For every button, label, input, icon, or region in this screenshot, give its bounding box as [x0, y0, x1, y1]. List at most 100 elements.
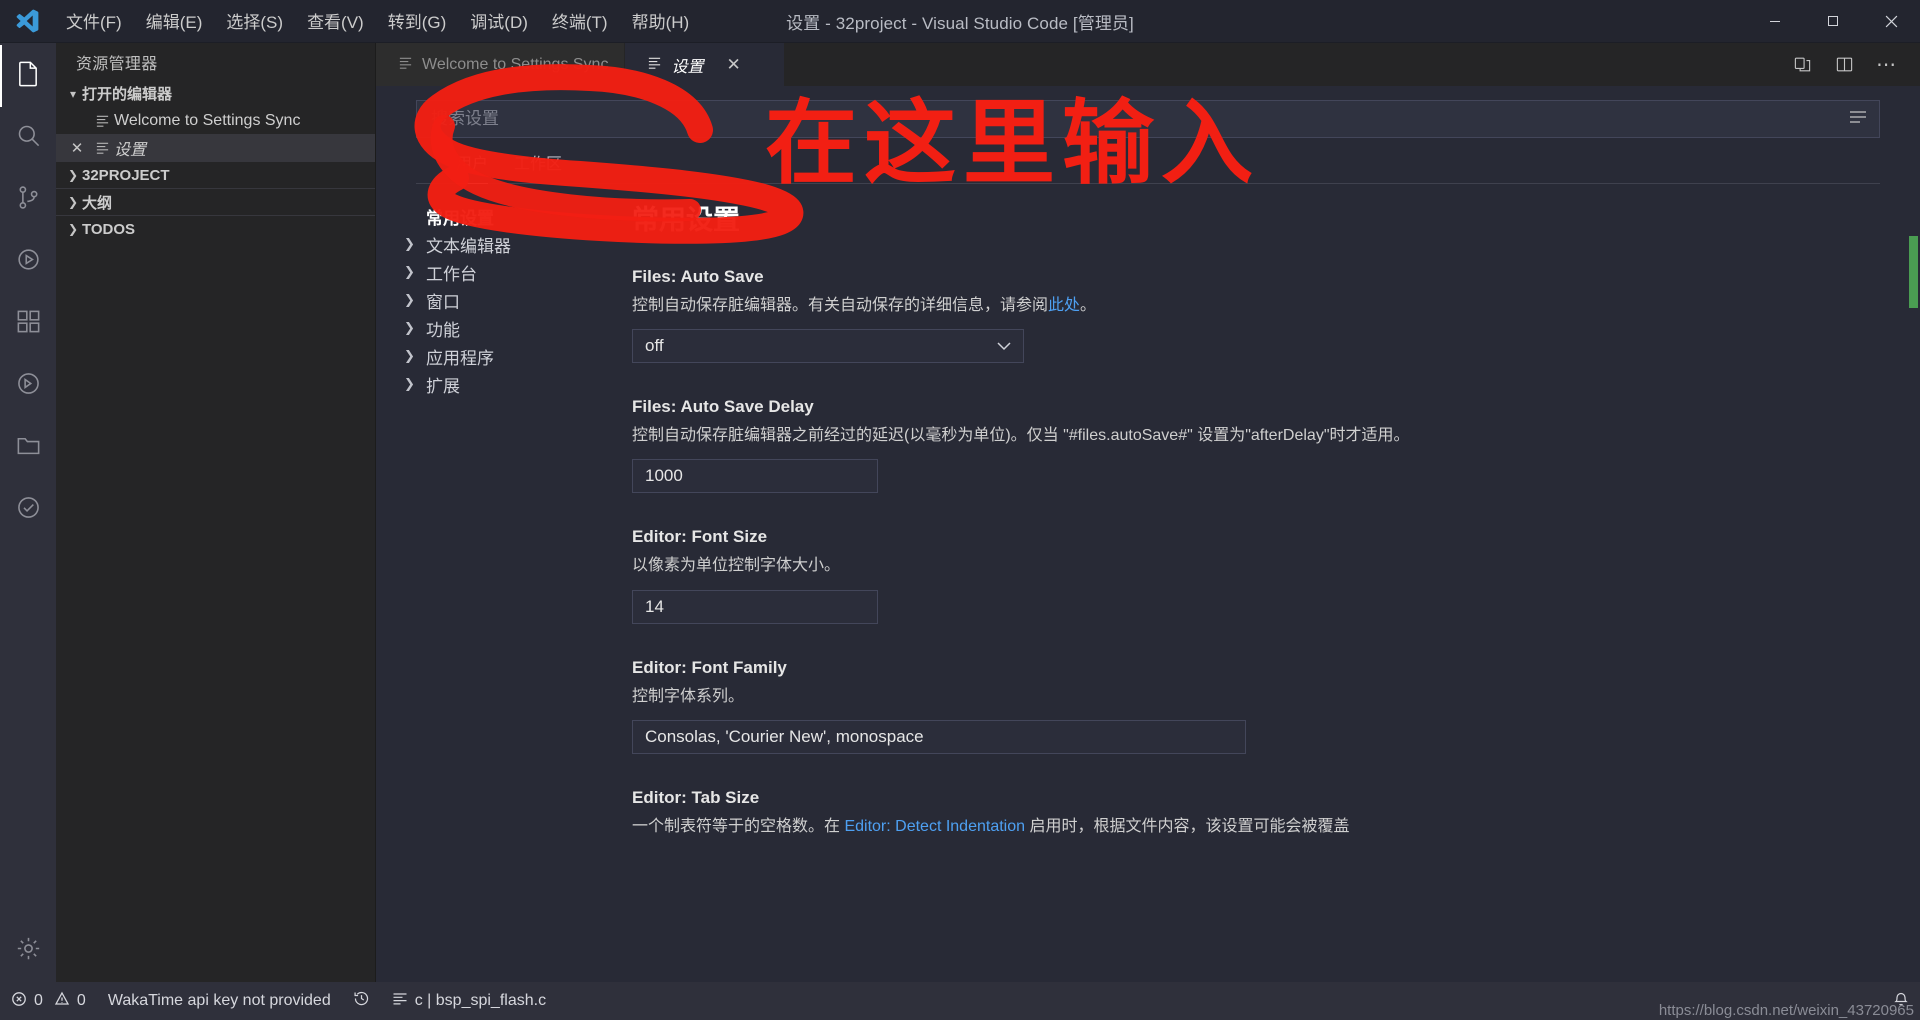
close-icon[interactable]: ✕: [726, 55, 740, 75]
title-bar: 文件(F) 编辑(E) 选择(S) 查看(V) 转到(G) 调试(D) 终端(T…: [0, 0, 1920, 43]
setting-description: 一个制表符等于的空格数。在 Editor: Detect Indentation…: [632, 815, 1452, 838]
activity-item-extensions[interactable]: [0, 293, 56, 355]
setting-key: Files: Auto Save: [632, 267, 764, 286]
open-changes-icon[interactable]: [1786, 49, 1818, 81]
chevron-right-icon: ❯: [404, 320, 415, 335]
error-icon: [11, 991, 27, 1012]
status-bar: 0 0 WakaTime api key not provided c | bs…: [0, 982, 1920, 1020]
status-wakatime[interactable]: WakaTime api key not provided: [97, 982, 342, 1020]
status-history[interactable]: [342, 982, 381, 1020]
menu-item-view[interactable]: 查看(V): [295, 3, 376, 39]
tab-settings[interactable]: 设置 ✕: [625, 43, 786, 86]
chevron-down-icon: [997, 339, 1011, 354]
search-icon: [15, 122, 42, 154]
status-file-info[interactable]: c | bsp_spi_flash.c: [381, 982, 557, 1020]
tab-welcome-settings-sync[interactable]: Welcome to Settings Sync: [376, 43, 626, 86]
toc-item-extensions[interactable]: ❯ 扩展: [376, 370, 608, 398]
menu-item-edit[interactable]: 编辑(E): [134, 3, 215, 39]
folder-icon: [15, 432, 42, 464]
source-control-icon: [15, 184, 42, 216]
menu-item-debug[interactable]: 调试(D): [458, 3, 540, 39]
sidebar-section-todos[interactable]: ❯ TODOS: [56, 215, 375, 242]
activity-item-explorer[interactable]: [0, 45, 56, 107]
sidebar-section-outline[interactable]: ❯ 大纲: [56, 188, 375, 215]
history-icon: [353, 990, 370, 1012]
tab-workspace-settings[interactable]: 工作区: [514, 150, 562, 183]
setting-files-auto-save: Files: Auto Save 控制自动保存脏编辑器。有关自动保存的详细信息，…: [632, 267, 1452, 364]
activity-item-remote[interactable]: [0, 355, 56, 417]
toc-item-commonly-used[interactable]: 常用设置: [376, 202, 608, 230]
chevron-right-icon: ❯: [404, 264, 415, 279]
files-auto-save-select[interactable]: off: [632, 329, 1024, 364]
editor-scrollbar[interactable]: [1906, 86, 1920, 982]
open-editor-label: Welcome to Settings Sync: [114, 111, 301, 129]
editor-tab-actions: ⋯: [1786, 43, 1920, 86]
activity-item-debug[interactable]: [0, 231, 56, 293]
menu-item-help[interactable]: 帮助(H): [620, 3, 702, 39]
chevron-right-icon: ❯: [67, 168, 79, 182]
files-auto-save-delay-input[interactable]: [632, 459, 878, 494]
setting-key: Editor: Font Family: [632, 657, 787, 677]
toc-item-workbench[interactable]: ❯ 工作台: [376, 258, 608, 286]
toc-item-features[interactable]: ❯ 功能: [376, 314, 608, 342]
setting-editor-font-family: Editor: Font Family 控制字体系列。: [632, 658, 1452, 754]
sidebar-section-32project[interactable]: ❯ 32PROJECT: [56, 161, 375, 188]
setting-description-text: 一个制表符等于的空格数。在: [632, 817, 845, 835]
sidebar-section-open-editors[interactable]: ▾ 打开的编辑器: [56, 80, 375, 107]
editor-font-size-input[interactable]: [632, 589, 878, 624]
toc-item-label: 文本编辑器: [426, 236, 511, 256]
select-value: off: [645, 336, 664, 356]
minimize-button[interactable]: [1746, 0, 1804, 43]
editor-font-family-input[interactable]: [632, 719, 1246, 754]
scrollbar-thumb[interactable]: [1909, 236, 1918, 308]
menu-bar: 文件(F) 编辑(E) 选择(S) 查看(V) 转到(G) 调试(D) 终端(T…: [54, 3, 701, 39]
menu-item-file[interactable]: 文件(F): [54, 3, 134, 39]
tab-label: 设置: [671, 58, 704, 76]
toc-item-label: 应用程序: [426, 348, 494, 368]
settings-file-icon: [647, 55, 662, 75]
settings-editor: 用户 工作区 常用设置 ❯ 文本编辑器 ❯ 工作台: [376, 86, 1920, 982]
close-button[interactable]: [1862, 0, 1920, 43]
activity-item-manage[interactable]: [0, 920, 56, 982]
chevron-right-icon: ❯: [67, 195, 79, 209]
tab-user-settings[interactable]: 用户: [456, 150, 489, 184]
status-problems[interactable]: 0 0: [0, 982, 97, 1020]
toc-item-window[interactable]: ❯ 窗口: [376, 286, 608, 314]
watermark-url: https://blog.csdn.net/weixin_43720965: [1658, 1002, 1914, 1019]
sidebar-explorer: 资源管理器 ▾ 打开的编辑器 Welcome to Settings Sync …: [56, 43, 376, 982]
toc-item-text-editor[interactable]: ❯ 文本编辑器: [376, 230, 608, 258]
tab-label: Welcome to Settings Sync: [422, 55, 609, 73]
open-editor-welcome-settings-sync[interactable]: Welcome to Settings Sync: [56, 107, 375, 134]
settings-file-icon: [90, 140, 114, 155]
menu-item-selection[interactable]: 选择(S): [214, 3, 295, 39]
settings-body: 常用设置 ❯ 文本编辑器 ❯ 工作台 ❯ 窗口 ❯ 功能 ❯ 应用程序 ❯ 扩展…: [376, 184, 1920, 982]
setting-description: 以像素为单位控制字体大小。: [632, 557, 841, 575]
settings-toc: 常用设置 ❯ 文本编辑器 ❯ 工作台 ❯ 窗口 ❯ 功能 ❯ 应用程序 ❯ 扩展: [376, 184, 608, 982]
setting-description: 控制字体系列。: [632, 687, 745, 705]
menu-item-terminal[interactable]: 终端(T): [540, 3, 620, 39]
chevron-right-icon: ❯: [404, 236, 415, 251]
settings-list: 常用设置 Files: Auto Save 控制自动保存脏编辑器。有关自动保存的…: [608, 184, 1920, 982]
activity-item-source-control[interactable]: [0, 169, 56, 231]
maximize-button[interactable]: [1804, 0, 1862, 43]
setting-editor-tab-size: Editor: Tab Size 一个制表符等于的空格数。在 Editor: D…: [632, 788, 1452, 838]
close-icon[interactable]: ✕: [64, 139, 90, 157]
setting-description: 控制自动保存脏编辑器之前经过的延迟(以毫秒为单位)。仅当 "#files.aut…: [632, 427, 1410, 445]
settings-search-wrapper: [416, 100, 1880, 138]
activity-item-search[interactable]: [0, 107, 56, 169]
more-actions-icon[interactable]: ⋯: [1870, 49, 1902, 81]
filter-icon[interactable]: [1848, 109, 1868, 130]
status-file-label: c | bsp_spi_flash.c: [414, 992, 547, 1009]
toc-item-application[interactable]: ❯ 应用程序: [376, 342, 608, 370]
open-editor-label: 设置: [114, 141, 147, 159]
activity-item-project-manager[interactable]: [0, 417, 56, 479]
sidebar-section-label: 打开的编辑器: [82, 86, 173, 103]
split-editor-icon[interactable]: [1828, 49, 1860, 81]
settings-header: 用户 工作区: [376, 86, 1920, 184]
menu-item-go[interactable]: 转到(G): [376, 3, 459, 39]
setting-description-link[interactable]: Editor: Detect Indentation: [844, 818, 1025, 835]
setting-description-link[interactable]: 此处: [1048, 297, 1080, 314]
activity-item-todo-tree[interactable]: [0, 479, 56, 541]
open-editor-settings[interactable]: ✕ 设置: [56, 134, 375, 161]
search-input[interactable]: [416, 100, 1880, 138]
